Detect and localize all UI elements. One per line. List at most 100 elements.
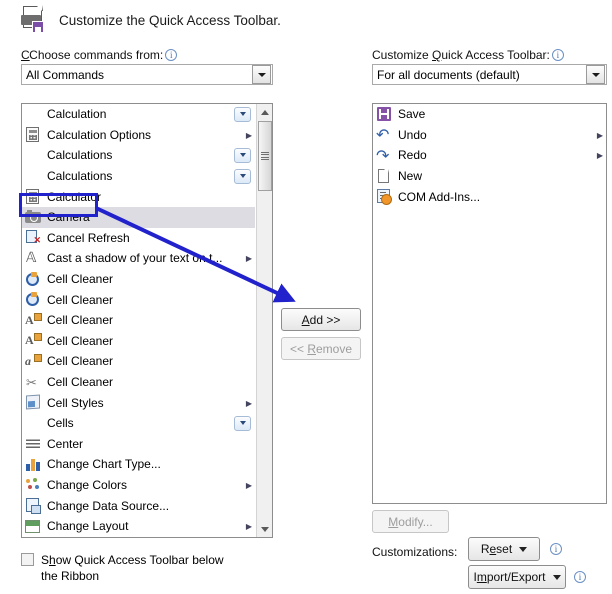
command-list-item-row-label: Cell Cleaner	[47, 272, 114, 287]
reset-button[interactable]: Reset	[468, 537, 540, 561]
command-list-item-row[interactable]: Cell Cleaner	[22, 269, 255, 290]
chevron-down-icon-right[interactable]	[586, 65, 605, 84]
qat-list-item-row[interactable]: COM Add-Ins...	[373, 186, 606, 207]
scroll-up-icon[interactable]	[257, 104, 272, 120]
qat-list-item-row[interactable]: ↶ Undo	[373, 125, 606, 146]
info-icon-import-export[interactable]: i	[574, 571, 586, 583]
layout-icon	[24, 518, 42, 535]
add-button[interactable]: Add >>	[281, 308, 361, 331]
command-list-item-row-label: Calculations	[47, 148, 113, 163]
command-list-item-row[interactable]: A Cell Cleaner	[22, 331, 255, 352]
choose-commands-label: CChoose commands from: i	[21, 48, 178, 62]
command-list-item-row[interactable]: Cell Styles	[22, 392, 255, 413]
add-button-label: Add >>	[301, 312, 341, 327]
command-list-item-row[interactable]: Calculation Options	[22, 125, 255, 146]
command-list-item-row[interactable]: Cancel Refresh	[22, 228, 255, 249]
text-shadow-icon: 𝔸	[26, 250, 37, 266]
choose-commands-label-text: Choose commands from:	[29, 48, 164, 62]
command-list-item-row[interactable]: A Cell Cleaner	[22, 310, 255, 331]
chevron-down-icon-left[interactable]	[252, 65, 271, 84]
command-list-item-row[interactable]: ✂ Cell Cleaner	[22, 372, 255, 393]
qat-list-item-row[interactable]: New	[373, 166, 606, 187]
redo-icon: ↷	[376, 145, 390, 165]
com-addins-icon	[375, 188, 393, 206]
info-icon-left[interactable]: i	[165, 49, 178, 61]
command-list-item-row-label: Center	[47, 436, 84, 451]
import-export-button[interactable]: Import/Export	[468, 565, 566, 589]
command-list-item-row[interactable]: a Cell Cleaner	[22, 351, 255, 372]
gallery-dropdown-icon[interactable]	[234, 168, 251, 184]
printer-save-icon	[21, 5, 49, 34]
remove-button-label: << Remove	[289, 341, 353, 356]
command-list-item-row-label: Cancel Refresh	[47, 230, 130, 245]
command-list-item-row[interactable]: Change Page Orientation	[22, 536, 255, 537]
info-icon-reset[interactable]: i	[550, 543, 562, 555]
command-list-item-row[interactable]: Calculation	[22, 104, 255, 125]
refresh-circle-icon	[24, 271, 42, 288]
import-export-button-label: Import/Export	[473, 570, 546, 584]
command-list-item-row-label: Calculation	[47, 107, 107, 122]
scroll-down-icon[interactable]	[257, 521, 272, 537]
gallery-dropdown-icon[interactable]	[234, 415, 251, 431]
change-case-icon: A	[25, 333, 42, 348]
commands-listbox[interactable]: Calculation Calculation Options Calculatio…	[21, 103, 273, 538]
command-list-item-row[interactable]: Change Colors	[22, 475, 255, 496]
command-list-item-row-label: Cell Styles	[47, 395, 104, 410]
submenu-arrow-icon	[243, 521, 255, 531]
customize-qat-combo[interactable]: For all documents (default)	[372, 64, 607, 85]
command-list-item-row[interactable]: Change Chart Type...	[22, 454, 255, 475]
scrollbar-thumb[interactable]	[258, 121, 272, 191]
command-list-item-row[interactable]: Calculations	[22, 166, 255, 187]
qat-list-item-row-label: Redo	[398, 148, 427, 163]
choose-commands-combo[interactable]: All Commands	[21, 64, 273, 85]
command-list-item-row-label: Change Colors	[47, 477, 128, 492]
command-list-item-row[interactable]: Cell Cleaner	[22, 289, 255, 310]
command-list-item-row-label: Change Chart Type...	[47, 457, 161, 472]
command-list-item-row[interactable]: Change Layout	[22, 516, 255, 537]
gallery-dropdown-icon[interactable]	[234, 147, 251, 163]
show-qat-below-ribbon-checkbox[interactable]: Show Quick Access Toolbar below the Ribb…	[21, 552, 241, 584]
qat-list-item-row-label: New	[398, 169, 423, 184]
command-list-item-row-label: Calculations	[47, 169, 113, 184]
command-list-item-row-label: Cell Cleaner	[47, 354, 114, 369]
qat-list-item-row-label: Save	[398, 107, 426, 122]
command-list-item-row-label: Change Data Source...	[47, 498, 170, 513]
command-list-item-row-label: Calculation Options	[47, 127, 152, 142]
cell-styles-icon	[24, 394, 42, 411]
qat-list-item-row[interactable]: ↷ Redo	[373, 145, 606, 166]
undo-icon: ↶	[376, 125, 390, 145]
qat-list-item-row-label: COM Add-Ins...	[398, 189, 481, 204]
customize-qat-label-rest: uick Access Toolbar:	[441, 48, 550, 62]
new-document-icon	[375, 168, 393, 185]
submenu-arrow-icon	[243, 398, 255, 408]
command-list-item-row[interactable]: Calculations	[22, 145, 255, 166]
cancel-refresh-icon	[24, 229, 42, 246]
modify-button-label: Modify...	[388, 514, 433, 529]
qat-items-listbox[interactable]: Save ↶ Undo ↷ Redo New COM Add-Ins...	[372, 103, 607, 504]
annotation-highlight-camera	[19, 193, 98, 217]
gallery-dropdown-icon[interactable]	[234, 106, 251, 122]
submenu-arrow-icon	[594, 130, 606, 140]
no-icon	[24, 106, 42, 123]
command-list-item-row-label: Change Layout	[47, 519, 129, 534]
qat-list-item-row[interactable]: Save	[373, 104, 606, 125]
scissors-icon: ✂	[26, 374, 37, 390]
info-icon-right[interactable]: i	[551, 49, 564, 61]
change-case-icon: A	[25, 312, 42, 327]
center-align-icon	[24, 435, 42, 452]
choose-commands-value: All Commands	[26, 67, 105, 82]
page-title: Customize the Quick Access Toolbar.	[59, 12, 281, 28]
no-icon	[24, 168, 42, 185]
checkbox-box[interactable]	[21, 553, 34, 566]
command-list-item-row[interactable]: 𝔸 Cast a shadow of your text on t...	[22, 248, 255, 269]
commands-listbox-scrollbar[interactable]	[256, 104, 272, 537]
command-list-item-row[interactable]: Cells	[22, 413, 255, 434]
customize-qat-label-text: Customize	[372, 48, 433, 62]
submenu-arrow-icon	[243, 130, 255, 140]
command-list-item-row[interactable]: Center	[22, 434, 255, 455]
save-icon	[375, 106, 393, 123]
pane-header: Customize the Quick Access Toolbar.	[21, 5, 281, 34]
reset-button-label: Reset	[480, 542, 513, 556]
command-list-item-row[interactable]: Change Data Source...	[22, 495, 255, 516]
no-icon	[24, 147, 42, 164]
